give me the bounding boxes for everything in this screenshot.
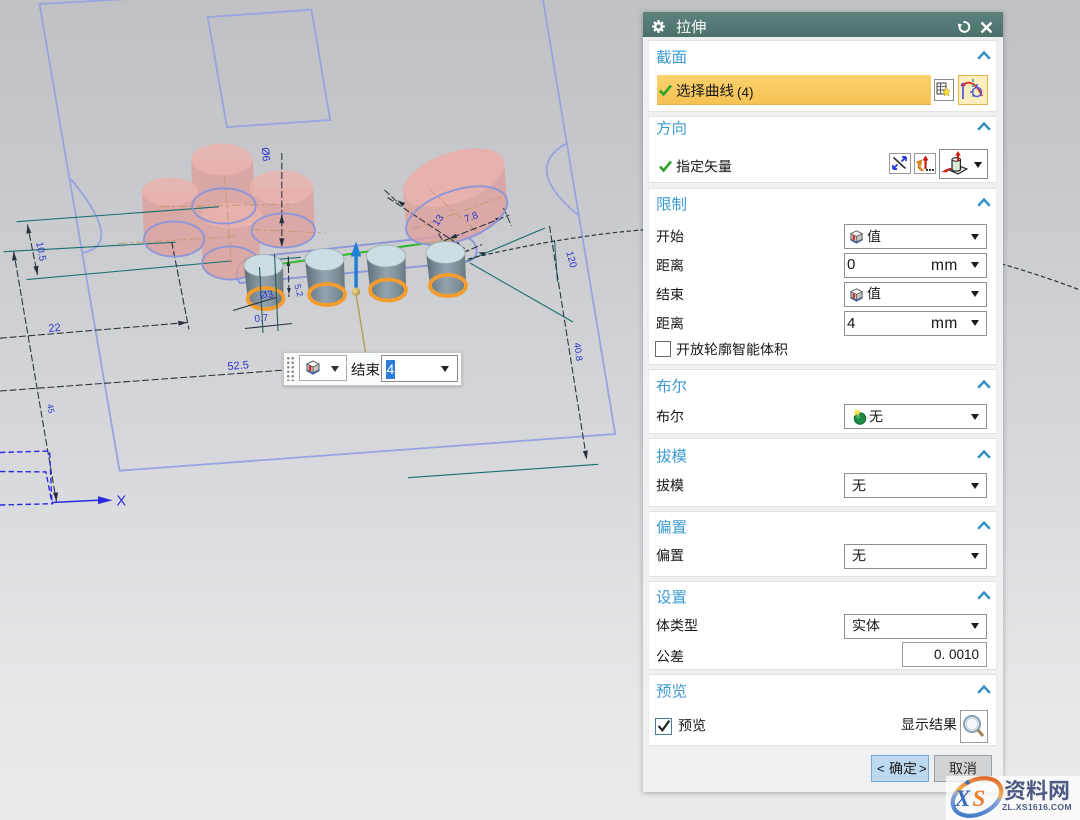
svg-text:S: S <box>973 786 986 811</box>
svg-text:X: X <box>954 786 971 811</box>
svg-text:X: X <box>117 494 127 510</box>
